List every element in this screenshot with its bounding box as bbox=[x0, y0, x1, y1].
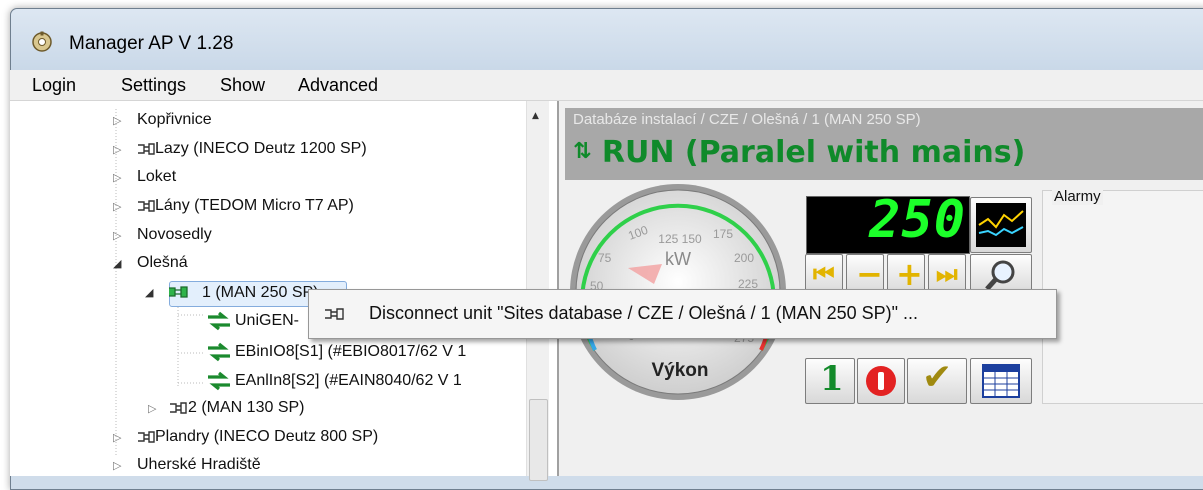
confirm-button[interactable]: ✔ bbox=[907, 357, 967, 404]
stop-button[interactable] bbox=[857, 358, 905, 404]
svg-text:200: 200 bbox=[734, 251, 754, 265]
tree-item-label: 2 (MAN 130 SP) bbox=[188, 399, 305, 416]
tree-item-label: Lazy (INECO Deutz 1200 SP) bbox=[155, 140, 367, 157]
power-display-value: 250 bbox=[869, 190, 966, 250]
window-title: Manager AP V 1.28 bbox=[69, 33, 234, 54]
trend-chart-icon bbox=[976, 203, 1026, 247]
tree-item-label: 1 (MAN 250 SP) bbox=[202, 284, 319, 301]
expand-arrow-icon[interactable]: ▷ bbox=[113, 143, 121, 156]
menu-login[interactable]: Login bbox=[32, 75, 76, 96]
expand-arrow-icon[interactable]: ▷ bbox=[113, 171, 121, 184]
plus-icon: + bbox=[896, 255, 923, 293]
expand-arrow-icon[interactable]: ▷ bbox=[113, 200, 121, 213]
expand-arrow-icon[interactable]: ▷ bbox=[113, 431, 121, 444]
plug-icon bbox=[138, 143, 155, 155]
checkmark-icon: ✔ bbox=[922, 357, 953, 398]
breadcrumb: Databáze instalací / CZE / Olešná / 1 (M… bbox=[573, 111, 921, 128]
app-icon bbox=[32, 31, 52, 52]
tree-item-label: EAnlIn8[S2] (#EAIN8040/62 V 1 bbox=[235, 372, 462, 389]
trend-chart-button[interactable] bbox=[970, 197, 1032, 253]
magnifier-icon bbox=[985, 260, 1015, 291]
title-bar: Manager AP V 1.28 bbox=[11, 9, 1203, 71]
plug-icon bbox=[170, 402, 187, 414]
menu-advanced[interactable]: Advanced bbox=[298, 75, 378, 96]
plug-icon bbox=[138, 200, 155, 212]
expand-arrow-icon[interactable]: ▷ bbox=[113, 459, 121, 472]
minus-icon: − bbox=[856, 255, 883, 293]
link-arrows-icon bbox=[208, 371, 230, 391]
disconnect-plug-icon bbox=[325, 308, 344, 320]
tree-item-label: Kopřivnice bbox=[137, 111, 212, 128]
alarms-panel bbox=[1042, 190, 1203, 404]
alarms-label: Alarmy bbox=[1052, 188, 1103, 205]
stop-icon bbox=[866, 366, 896, 396]
skip-first-icon: ⏮ bbox=[813, 260, 835, 288]
collapse-arrow-icon[interactable]: ◢ bbox=[113, 257, 121, 270]
menu-settings[interactable]: Settings bbox=[121, 75, 186, 96]
plug-connected-icon bbox=[169, 286, 188, 298]
link-arrows-icon bbox=[208, 311, 230, 331]
link-arrows-icon bbox=[208, 342, 230, 362]
tree-item-label: Uherské Hradiště bbox=[137, 456, 261, 473]
context-menu: Disconnect unit "Sites database / CZE / … bbox=[308, 289, 1057, 339]
tree-item-label: Loket bbox=[137, 168, 177, 185]
expand-arrow-icon[interactable]: ▷ bbox=[113, 114, 121, 127]
svg-text:175: 175 bbox=[713, 227, 733, 241]
plug-icon bbox=[138, 431, 155, 443]
svg-text:75: 75 bbox=[598, 251, 612, 265]
status-text: RUN (Paralel with mains) bbox=[601, 135, 1026, 170]
scroll-up-arrow-icon[interactable]: ▲ bbox=[532, 111, 539, 121]
menu-bar: Login Settings Show Advanced bbox=[10, 70, 1203, 101]
tree-item-label: Novosedly bbox=[137, 226, 212, 243]
table-icon bbox=[982, 364, 1020, 398]
skip-last-icon: ⏭ bbox=[936, 260, 958, 288]
tree-item-label: Lány (TEDOM Micro T7 AP) bbox=[155, 197, 354, 214]
start-icon: 1 bbox=[820, 359, 844, 399]
tree-item-label: UniGEN- bbox=[235, 312, 300, 329]
unit-status: ⇅ RUN (Paralel with mains) bbox=[573, 135, 1025, 170]
scrollbar-thumb[interactable] bbox=[529, 399, 548, 481]
tree-item-label: Plandry (INECO Deutz 800 SP) bbox=[155, 428, 379, 445]
status-arrows-icon: ⇅ bbox=[573, 139, 592, 164]
context-menu-disconnect-item[interactable]: Disconnect unit "Sites database / CZE / … bbox=[369, 303, 918, 324]
gauge-unit: kW bbox=[665, 249, 691, 269]
tree-item-label: EBinIO8[S1] (#EBIO8017/62 V 1 bbox=[235, 343, 467, 360]
tree-item-label: Olešná bbox=[137, 254, 188, 271]
gauge-label: Výkon bbox=[651, 360, 708, 381]
table-view-button[interactable] bbox=[970, 358, 1032, 404]
start-button[interactable]: 1 bbox=[805, 358, 855, 404]
menu-show[interactable]: Show bbox=[220, 75, 265, 96]
collapse-arrow-icon[interactable]: ◢ bbox=[145, 286, 153, 299]
expand-arrow-icon[interactable]: ▷ bbox=[113, 229, 121, 242]
svg-text:125 150: 125 150 bbox=[658, 232, 702, 246]
expand-arrow-icon[interactable]: ▷ bbox=[148, 402, 156, 415]
